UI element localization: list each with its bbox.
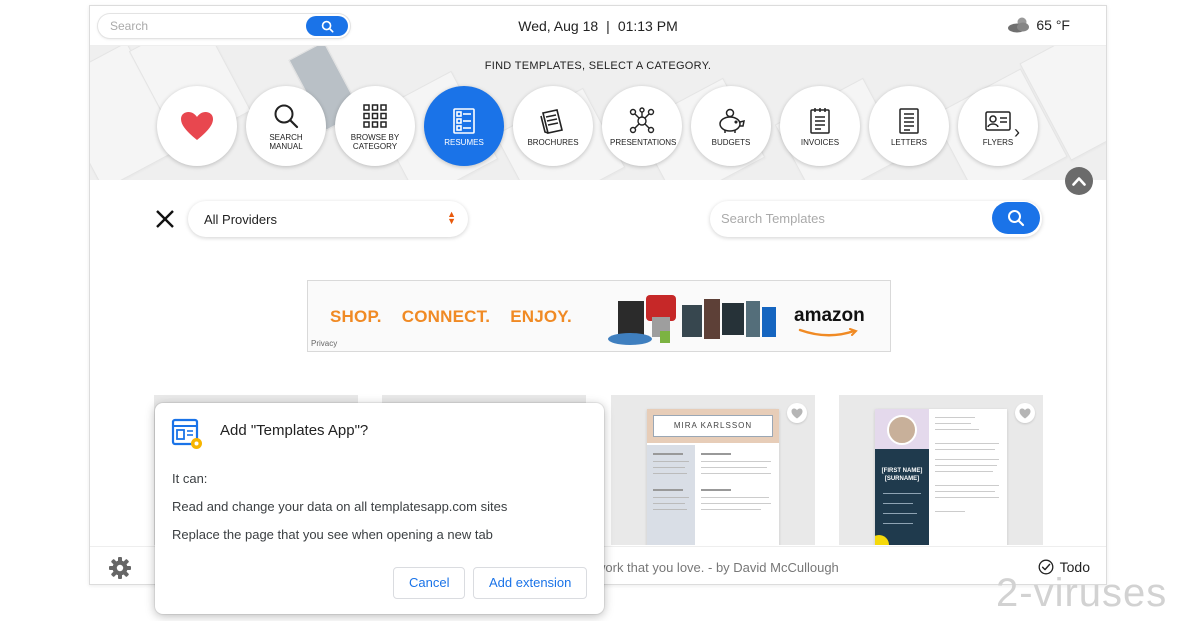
- brochure-icon: [540, 108, 563, 134]
- category-browse[interactable]: BROWSE BY CATEGORY: [335, 86, 415, 166]
- amazon-smile-icon: [798, 328, 858, 337]
- permission-item: Replace the page that you see when openi…: [172, 527, 493, 542]
- heart-outline-icon: [791, 408, 803, 418]
- category-label: SEARCH MANUAL: [269, 133, 303, 151]
- add-extension-dialog: Add "Templates App"? It can: Read and ch…: [155, 403, 604, 614]
- close-icon[interactable]: [154, 208, 176, 230]
- ad-brand: amazon: [794, 305, 865, 326]
- search-icon: [274, 104, 299, 129]
- category-flyers[interactable]: FLYERS: [958, 86, 1038, 166]
- watermark-text: 2-viruses: [996, 571, 1168, 615]
- add-extension-button[interactable]: Add extension: [473, 567, 588, 599]
- category-label: BROWSE BY CATEGORY: [350, 133, 400, 151]
- weather-widget[interactable]: 65 °F: [1006, 16, 1070, 34]
- chevron-up-icon: [1072, 177, 1086, 186]
- provider-select[interactable]: All Providers ▲ ▼: [188, 201, 468, 237]
- date-time-separator: |: [606, 18, 610, 34]
- template-name: [FIRST NAME] [SURNAME]: [881, 468, 923, 482]
- quote-text: work that you love. - by David McCulloug…: [596, 560, 839, 575]
- piggy-bank-icon: [719, 108, 745, 133]
- category-budgets[interactable]: BUDGETS: [691, 86, 771, 166]
- resume-preview: [FIRST NAME] [SURNAME]: [875, 409, 1007, 545]
- provider-value: All Providers: [204, 212, 277, 227]
- category-search-manual[interactable]: SEARCH MANUAL: [246, 86, 326, 166]
- select-arrows-icon: ▲ ▼: [447, 209, 456, 226]
- flyer-icon: [985, 110, 1011, 131]
- category-brochures[interactable]: BROCHURES: [513, 86, 593, 166]
- partly-cloudy-icon: [1008, 17, 1030, 33]
- category-hero: FIND TEMPLATES, SELECT A CATEGORY. SEARC…: [90, 46, 1106, 180]
- template-search-input[interactable]: [721, 211, 971, 226]
- resume-preview: MIRA KARLSSON: [647, 409, 779, 545]
- letter-icon: [899, 107, 919, 134]
- category-label: PRESENTATIONS: [610, 137, 677, 147]
- ad-privacy-link[interactable]: Privacy: [311, 339, 337, 348]
- hero-title: FIND TEMPLATES, SELECT A CATEGORY.: [484, 60, 712, 72]
- heart-icon: [181, 112, 213, 140]
- ad-products-image: [608, 295, 776, 345]
- date-text: Wed, Aug 18: [518, 18, 599, 34]
- gear-icon[interactable]: [108, 556, 132, 580]
- favorite-button[interactable]: [1015, 403, 1035, 423]
- scroll-up-button[interactable]: [1065, 167, 1093, 195]
- top-bar: Wed, Aug 18 | 01:13 PM 65 °F: [90, 6, 1106, 46]
- template-search-button[interactable]: [992, 202, 1040, 234]
- category-resumes[interactable]: RESUMES: [424, 86, 504, 166]
- template-name: MIRA KARLSSON: [673, 421, 753, 430]
- permission-item: Read and change your data on all templat…: [172, 499, 508, 514]
- category-label: RESUMES: [444, 137, 484, 147]
- template-card[interactable]: MIRA KARLSSON: [611, 395, 815, 545]
- temperature-text: 65 °F: [1036, 17, 1070, 33]
- category-list: SEARCH MANUAL BROWSE BY CATEGORY RESUMES…: [157, 86, 1047, 168]
- category-label: BUDGETS: [711, 137, 751, 147]
- search-icon: [1008, 210, 1025, 227]
- favorite-button[interactable]: [787, 403, 807, 423]
- category-letters[interactable]: LETTERS: [869, 86, 949, 166]
- category-favorites[interactable]: [157, 86, 237, 166]
- dialog-title: Add "Templates App"?: [220, 422, 369, 439]
- cancel-button[interactable]: Cancel: [393, 567, 466, 599]
- template-card[interactable]: [FIRST NAME] [SURNAME]: [839, 395, 1043, 545]
- network-icon: [629, 106, 655, 133]
- extension-app-icon: [171, 418, 202, 449]
- category-next-arrow[interactable]: ›: [1014, 122, 1020, 143]
- dialog-intro: It can:: [172, 471, 208, 486]
- ad-slogan-word: SHOP.: [330, 307, 382, 326]
- category-label: LETTERS: [890, 137, 927, 147]
- ad-slogan-word: ENJOY.: [510, 307, 572, 326]
- ad-slogan-word: CONNECT.: [401, 307, 491, 326]
- grid-icon: [363, 104, 387, 128]
- category-label: BROCHURES: [527, 137, 579, 147]
- heart-outline-icon: [1019, 408, 1031, 418]
- date-time: Wed, Aug 18 | 01:13 PM: [90, 18, 1106, 34]
- resume-icon: [453, 107, 475, 134]
- category-invoices[interactable]: INVOICES: [780, 86, 860, 166]
- ad-slogan: SHOP. CONNECT. ENJOY.: [330, 307, 592, 327]
- category-label: INVOICES: [800, 137, 840, 147]
- category-label: FLYERS: [982, 137, 1014, 147]
- time-text: 01:13 PM: [617, 18, 678, 34]
- template-search-box: [710, 201, 1042, 237]
- ad-banner[interactable]: SHOP. CONNECT. ENJOY. amazon Privacy: [307, 280, 891, 352]
- invoice-icon: [810, 107, 830, 134]
- category-presentations[interactable]: PRESENTATIONS: [602, 86, 682, 166]
